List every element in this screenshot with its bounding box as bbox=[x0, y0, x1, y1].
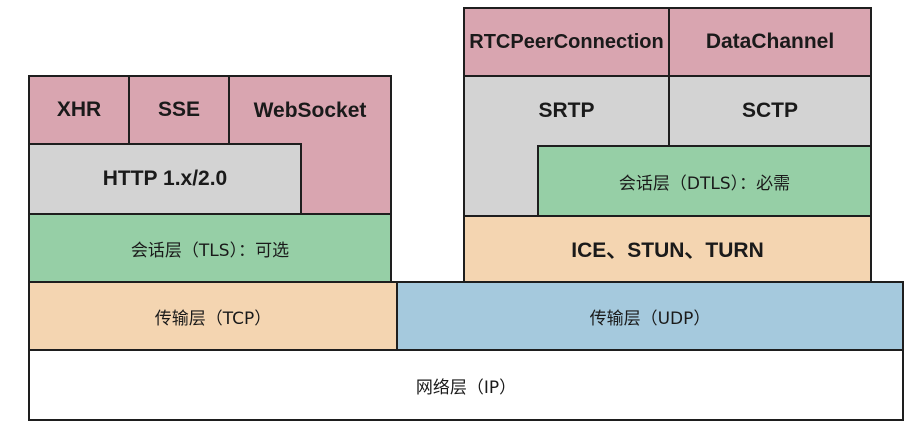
ip-label: 网络层（IP） bbox=[415, 377, 517, 398]
tls-label: 会话层（TLS）：可选 bbox=[130, 240, 290, 261]
ice-label: ICE、STUN、TURN bbox=[571, 239, 764, 262]
tcp-label: 传输层（TCP） bbox=[154, 308, 272, 329]
datachannel-label: DataChannel bbox=[705, 30, 835, 53]
tls-session-block: 会话层（TLS）：可选 bbox=[28, 213, 392, 283]
websocket-label: WebSocket bbox=[253, 99, 367, 122]
xhr-block: XHR bbox=[28, 75, 130, 145]
dtls-label: 会话层（DTLS）：必需 bbox=[618, 173, 791, 194]
udp-label: 传输层（UDP） bbox=[589, 308, 711, 329]
ice-block: ICE、STUN、TURN bbox=[463, 215, 872, 283]
srtp-label: SRTP bbox=[538, 99, 595, 122]
http-block: HTTP 1.x/2.0 bbox=[28, 143, 302, 215]
sse-block: SSE bbox=[128, 75, 230, 145]
sctp-block: SCTP bbox=[668, 75, 872, 147]
ip-network-block: 网络层（IP） bbox=[28, 349, 904, 421]
xhr-label: XHR bbox=[56, 98, 102, 121]
sctp-label: SCTP bbox=[741, 99, 798, 122]
tcp-transport-block: 传输层（TCP） bbox=[28, 281, 398, 351]
dtls-session-block: 会话层（DTLS）：必需 bbox=[537, 145, 872, 217]
udp-transport-block: 传输层（UDP） bbox=[396, 281, 904, 351]
rtcpeerconnection-block: RTCPeerConnection bbox=[463, 7, 670, 77]
http-label: HTTP 1.x/2.0 bbox=[102, 167, 228, 190]
sse-label: SSE bbox=[157, 98, 201, 121]
datachannel-block: DataChannel bbox=[668, 7, 872, 77]
rtcpeerconnection-label: RTCPeerConnection bbox=[469, 30, 664, 53]
